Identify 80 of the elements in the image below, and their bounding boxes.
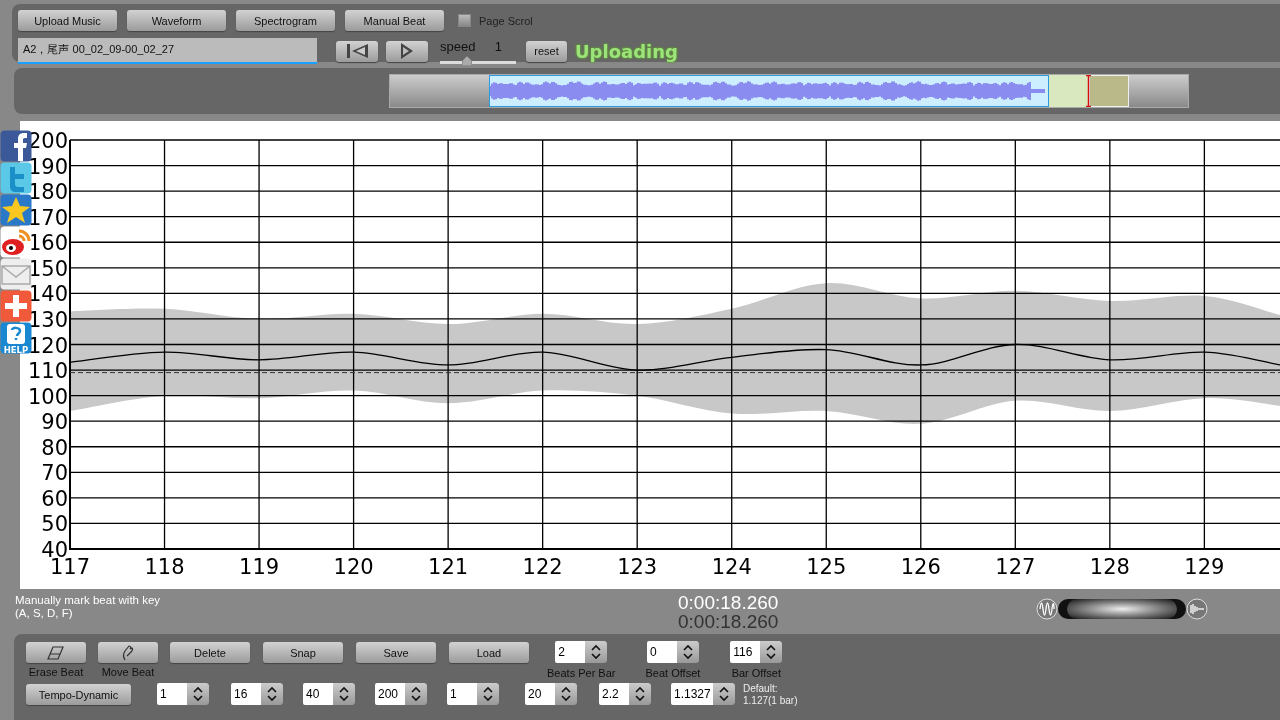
stepper-arrows-icon[interactable] — [682, 644, 693, 660]
x-tick-label: 127 — [995, 555, 1036, 579]
tempo-dynamic-button[interactable]: Tempo-Dynamic — [26, 684, 131, 705]
action-button[interactable]: Save — [356, 642, 436, 663]
play-button[interactable] — [386, 40, 428, 62]
track-name-field[interactable]: A2，尾声 00_02_09-00_02_27 — [18, 38, 317, 64]
toolbar-button[interactable]: Spectrogram — [236, 10, 335, 31]
x-tick-label: 123 — [617, 555, 658, 579]
field-label: Bar Offset — [731, 667, 781, 679]
y-tick-label: 80 — [41, 435, 68, 460]
y-tick-label: 140 — [27, 282, 68, 307]
facebook-icon[interactable] — [0, 130, 32, 162]
hint-text: Manually mark beat with key — [15, 594, 161, 607]
y-tick-label: 110 — [27, 359, 68, 384]
slider-thumb[interactable] — [461, 55, 472, 66]
y-tick-label: 160 — [27, 231, 68, 256]
y-tick-label: 150 — [27, 256, 68, 281]
page-scroll-checkbox[interactable] — [458, 14, 471, 27]
loop-region — [1089, 75, 1129, 107]
x-tick-label: 120 — [333, 555, 374, 579]
y-tick-label: 50 — [41, 512, 68, 537]
default-note: Default: — [743, 683, 779, 695]
x-tick-label: 119 — [239, 555, 280, 579]
eraser-icon — [47, 644, 65, 661]
speed-value: 1 — [494, 38, 502, 54]
x-tick-label: 121 — [428, 555, 469, 579]
y-tick-label: 70 — [41, 461, 68, 486]
toolbar-button[interactable]: Upload Music — [18, 10, 117, 31]
x-tick-label: 125 — [806, 555, 847, 579]
toolbar-button[interactable]: Manual Beat — [345, 10, 444, 31]
stepper-arrows-icon[interactable] — [411, 686, 421, 702]
y-tick-label: 90 — [41, 410, 68, 435]
field-label: Beat Offset — [645, 667, 701, 679]
erase-beat-button[interactable] — [26, 642, 86, 663]
current-time: 0:00:18.260 — [678, 593, 779, 612]
stepper-arrows-icon[interactable] — [267, 686, 277, 702]
eye-logo-icon[interactable] — [0, 226, 32, 258]
x-tick-label: 118 — [144, 555, 185, 579]
stepper-arrows-icon[interactable] — [591, 644, 602, 660]
field-label: Beats Per Bar — [547, 667, 616, 679]
stepper-arrows-icon[interactable] — [561, 686, 571, 702]
skip-to-start-button[interactable] — [336, 40, 378, 62]
stepper-arrows-icon[interactable] — [719, 686, 729, 702]
skip-start-icon — [344, 44, 370, 58]
action-button[interactable]: Snap — [263, 642, 343, 663]
action-button[interactable]: Load — [449, 642, 529, 663]
upload-status: Uploading — [575, 40, 678, 62]
y-tick-label: 100 — [27, 384, 68, 409]
reset-button[interactable]: reset — [526, 40, 567, 62]
wave-icon[interactable] — [1036, 598, 1058, 620]
star-icon[interactable] — [0, 194, 32, 226]
x-tick-label: 122 — [522, 555, 563, 579]
plus-icon[interactable] — [0, 290, 32, 322]
play-icon — [400, 43, 414, 59]
checkbox-label: Page Scrol — [479, 14, 533, 27]
toolbar-button[interactable]: Waveform — [127, 10, 226, 31]
speed-label: speed — [440, 38, 476, 54]
tool-label: Erase Beat — [28, 666, 84, 678]
x-tick-label: 126 — [900, 555, 941, 579]
stepper-arrows-icon[interactable] — [339, 686, 349, 702]
y-tick-label: 200 — [27, 129, 68, 153]
stepper-arrows-icon[interactable] — [483, 686, 493, 702]
x-tick-label: 128 — [1089, 555, 1130, 579]
overview-track[interactable] — [389, 74, 1189, 108]
highlight-region — [1049, 75, 1089, 107]
y-tick-label: 190 — [27, 154, 68, 179]
playhead-marker[interactable] — [1086, 75, 1092, 107]
y-tick-label: 180 — [27, 180, 68, 205]
secondary-time: 0:00:18.260 — [678, 612, 779, 631]
stepper-arrows-icon[interactable] — [193, 686, 203, 702]
default-note: 1.127(1 bar) — [743, 695, 798, 707]
tool-label: Move Beat — [101, 666, 155, 678]
stepper-arrows-icon[interactable] — [635, 686, 645, 702]
y-tick-label: 60 — [41, 486, 68, 511]
hint-text: (A, S, D, F) — [15, 607, 74, 620]
action-button[interactable]: Delete — [170, 642, 250, 663]
x-tick-label: 124 — [711, 555, 752, 579]
x-tick-label: 129 — [1184, 555, 1225, 579]
move-beat-button[interactable] — [98, 642, 158, 663]
stepper-arrows-icon[interactable] — [766, 644, 777, 660]
